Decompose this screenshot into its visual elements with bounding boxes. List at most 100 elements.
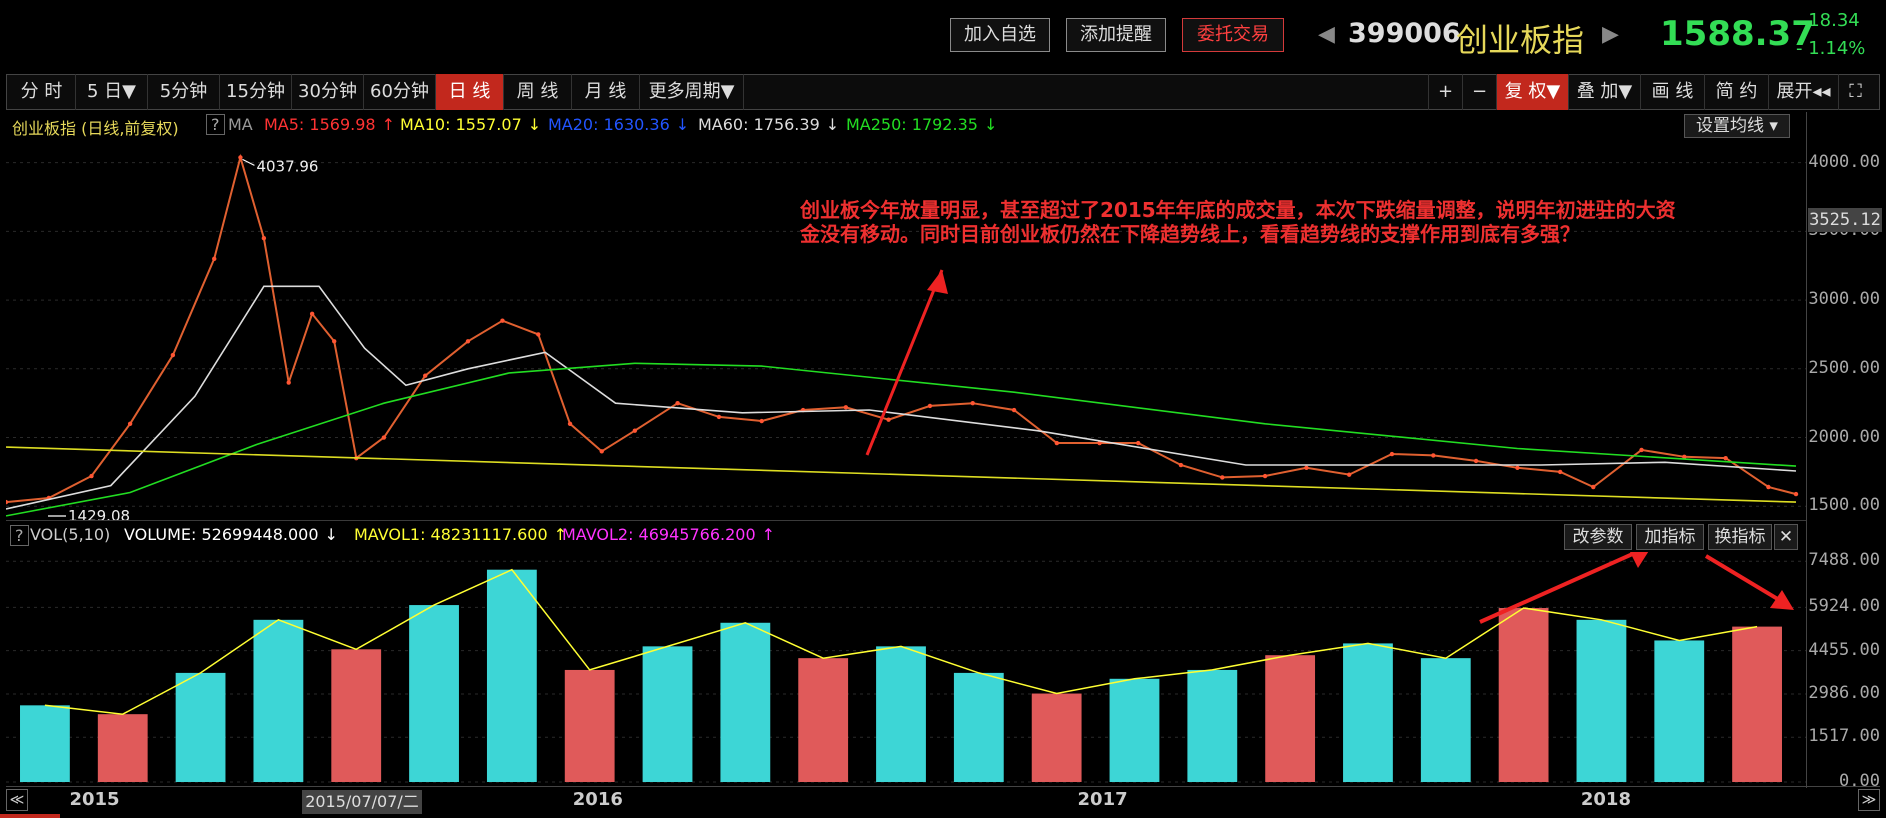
period-tab-1[interactable]: 5 日▼ [76, 74, 148, 110]
period-tab-4[interactable]: 30分钟 [292, 74, 364, 110]
volume-bar [876, 646, 926, 782]
volume-up-arrow-head [1630, 552, 1649, 568]
period-tab-0[interactable]: 分 时 [8, 74, 76, 110]
stock-name: 创业板指 [1456, 21, 1585, 59]
price-point [1389, 451, 1395, 457]
volume-bar [1420, 658, 1471, 782]
scroll-right-button[interactable]: ≫ [1858, 789, 1880, 811]
cursor-date-label: 2015/07/07/二 [302, 790, 422, 814]
price-tick-label: 2500.00 [1808, 357, 1880, 378]
help-icon[interactable]: ? [206, 114, 225, 135]
price-point [1054, 440, 1060, 446]
vol-trend-arrow: ↓ [324, 525, 338, 544]
price-point [1591, 484, 1596, 490]
series-line-2 [6, 362, 1797, 517]
scroll-left-button[interactable]: ≪ [6, 789, 28, 811]
period-tab-8[interactable]: 月 线 [572, 74, 640, 110]
price-point [632, 428, 638, 433]
ma-trend-arrow: ↓ [825, 115, 840, 134]
volume-bar [798, 658, 849, 782]
price-point [1304, 465, 1309, 470]
change-params-button[interactable]: 改参数 [1564, 524, 1632, 550]
volume-bar [331, 649, 382, 782]
price-point [759, 418, 764, 424]
trade-button[interactable]: 委托交易 [1182, 18, 1284, 52]
vol-help-icon[interactable]: ? [10, 525, 29, 546]
price-point [1262, 473, 1268, 479]
add-alert-button[interactable]: 添加提醒 [1066, 18, 1166, 52]
current-price: 1588.37 [1660, 14, 1815, 54]
chart-tool-3[interactable]: 叠 加▼ [1568, 74, 1640, 110]
period-tab-6[interactable]: 日 线 [436, 74, 504, 110]
price-point [381, 435, 387, 440]
price-point [1557, 469, 1563, 475]
ma-legend-item-2: MA20: 1630.36 ↓ [548, 115, 689, 134]
vol-trend-arrow: ↑ [761, 525, 776, 544]
price-point [970, 400, 975, 406]
price-point [716, 414, 722, 420]
price-point [1473, 458, 1479, 464]
close-indicator-button[interactable]: ✕ [1774, 524, 1798, 550]
switch-indicator-button[interactable]: 换指标 [1708, 524, 1772, 550]
price-tick-label: 4000.00 [1808, 151, 1880, 172]
volume-bar [1732, 626, 1782, 782]
price-point [261, 236, 267, 241]
next-stock-icon[interactable]: ▶ [1602, 22, 1619, 47]
volume-down-arrow [1704, 554, 1788, 606]
price-point [212, 256, 217, 262]
ma-legend-item-3: MA60: 1756.39 ↓ [698, 115, 839, 134]
ma-legend-item-4: MA250: 1792.35 ↓ [846, 115, 997, 134]
chart-tool-6[interactable]: 展开◂◂ [1768, 74, 1838, 110]
volume-bar [20, 705, 70, 782]
price-tick-label: 2000.00 [1808, 426, 1880, 447]
volume-bar [1654, 640, 1705, 782]
chart-tool-2[interactable]: 复 权▼ [1496, 74, 1568, 110]
ma-legend-text: MA10: 1557.07 [400, 115, 522, 134]
add-indicator-button[interactable]: 加指标 [1636, 524, 1704, 550]
chart-tool-4[interactable]: 画 线 [1640, 74, 1704, 110]
volume-bar [642, 646, 693, 782]
chart-tool-1[interactable]: − [1462, 74, 1496, 110]
high-price-label: 4037.96 [256, 157, 318, 175]
volume-bar [720, 622, 771, 782]
price-point [1515, 465, 1520, 470]
price-point [423, 373, 428, 378]
ma-legend-item-1: MA10: 1557.07 ↓ [400, 115, 541, 134]
chart-tool-5[interactable]: 简 约 [1704, 74, 1768, 110]
price-point [89, 473, 94, 479]
period-tab-9[interactable]: 更多周期▼ [640, 74, 744, 110]
price-point [465, 339, 471, 344]
vol-legend-item-0: VOL(5,10) [30, 525, 116, 544]
period-tab-2[interactable]: 5分钟 [148, 74, 220, 110]
add-to-watchlist-button[interactable]: 加入自选 [950, 18, 1050, 52]
vol-legend-item-3: MAVOL2: 46945766.200 ↑ [562, 525, 775, 544]
volume-tick-label: 7488.00 [1808, 550, 1880, 571]
price-point [927, 403, 933, 409]
volume-up-arrow [1479, 552, 1642, 624]
period-tab-5[interactable]: 60分钟 [364, 74, 436, 110]
price-point [1135, 440, 1141, 446]
price-point [886, 417, 891, 422]
period-tab-7[interactable]: 周 线 [504, 74, 572, 110]
ma-trend-arrow: ↓ [527, 115, 542, 134]
price-point [567, 421, 573, 426]
price-change: - 18.34 [1796, 10, 1860, 31]
price-tick-label: 1500.00 [1808, 495, 1880, 516]
prev-stock-icon[interactable]: ◀ [1318, 22, 1335, 47]
ma-settings-button[interactable]: 设置均线 ▾ [1684, 114, 1790, 138]
vol-legend-text: MAVOL1: 48231117.600 [354, 525, 548, 544]
current-price-label: 3525.12 [1808, 208, 1882, 232]
volume-bar [953, 672, 1004, 782]
chart-tool-7[interactable]: ⛶ [1838, 74, 1872, 110]
volume-chart[interactable] [6, 552, 1806, 784]
price-point [286, 380, 291, 385]
price-point [599, 449, 604, 454]
price-point [843, 405, 849, 410]
period-tab-3[interactable]: 15分钟 [220, 74, 292, 110]
annotation-arrow-head [927, 270, 948, 294]
x-tick-label: 2018 [1580, 789, 1631, 810]
volume-bar [1498, 608, 1549, 782]
chart-tool-0[interactable]: + [1428, 74, 1462, 110]
low-price-label: 1429.08 [68, 507, 130, 520]
price-point [332, 339, 337, 344]
